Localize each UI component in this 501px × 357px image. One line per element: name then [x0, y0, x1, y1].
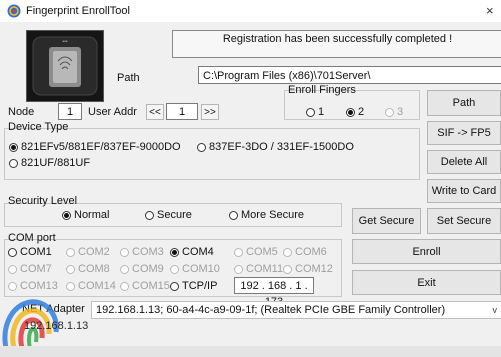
close-icon[interactable]: × [486, 1, 501, 21]
security-level-secure[interactable]: Secure [145, 209, 192, 221]
window-bottom-edge [0, 346, 501, 357]
com-port-com11[interactable]: COM11 [234, 263, 283, 275]
fingerprint-app-icon [7, 4, 21, 18]
com-port-title: COM port [8, 232, 56, 244]
radio-icon [283, 247, 292, 257]
com-port-com8[interactable]: COM8 [66, 263, 110, 275]
radio-icon [120, 264, 129, 274]
write-to-card-button[interactable]: Write to Card [427, 179, 501, 203]
device-type-option-837ef[interactable]: 837EF-3DO / 331EF-1500DO [197, 141, 354, 153]
radio-selected-icon [170, 247, 179, 257]
fingerprint-reader-icon: ••• [27, 31, 103, 101]
node-label: Node [8, 106, 35, 118]
set-secure-button[interactable]: Set Secure [427, 208, 501, 234]
enroll-fingers-title: Enroll Fingers [288, 84, 356, 96]
fingerprint-reader-image: ••• [26, 30, 104, 102]
com-port-com3[interactable]: COM3 [120, 246, 164, 258]
security-level-title: Security Level [8, 195, 78, 207]
radio-icon [8, 264, 17, 274]
radio-icon [8, 247, 17, 257]
exit-button[interactable]: Exit [352, 270, 501, 295]
sif-to-fp5-button[interactable]: SIF -> FP5 [427, 121, 501, 145]
device-type-option-821efv5[interactable]: 821EFv5/881EF/837EF-9000DO [9, 141, 181, 153]
com-port-com10[interactable]: COM10 [170, 263, 220, 275]
device-type-option-821uf[interactable]: 821UF/881UF [9, 157, 90, 169]
radio-icon [120, 281, 129, 291]
radio-icon [170, 281, 179, 291]
radio-icon [66, 247, 75, 257]
radio-icon [283, 264, 292, 274]
device-type-group [4, 128, 420, 180]
radio-icon [9, 158, 18, 168]
com-port-com14[interactable]: COM14 [66, 280, 116, 292]
com-port-com7[interactable]: COM7 [8, 263, 52, 275]
radio-icon [120, 247, 129, 257]
enroll-button[interactable]: Enroll [352, 239, 501, 264]
device-type-title: Device Type [8, 121, 69, 133]
com-port-com4[interactable]: COM4 [170, 246, 214, 258]
radio-selected-icon [62, 210, 71, 220]
user-addr-label: User Addr [88, 106, 137, 118]
radio-selected-icon [346, 107, 355, 117]
com-port-com2[interactable]: COM2 [66, 246, 110, 258]
path-label: Path [117, 72, 140, 84]
net-adapter-select[interactable]: 192.168.1.13; 60-a4-4c-a9-09-1f; (Realte… [91, 301, 501, 319]
radio-icon [66, 264, 75, 274]
radio-icon [145, 210, 154, 220]
radio-icon [229, 210, 238, 220]
com-port-com6[interactable]: COM6 [283, 246, 327, 258]
radio-icon [8, 281, 17, 291]
user-addr-prev-button[interactable]: << [146, 104, 164, 120]
com-port-com9[interactable]: COM9 [120, 263, 164, 275]
com-port-com15[interactable]: COM15 [120, 280, 170, 292]
chevron-down-icon: v [492, 305, 498, 315]
radio-icon [66, 281, 75, 291]
com-port-com1[interactable]: COM1 [8, 246, 52, 258]
enroll-fingers-option-3[interactable]: 3 [385, 106, 403, 118]
window-title: Fingerprint EnrollTool [26, 5, 130, 17]
radio-icon [306, 107, 315, 117]
com-port-com12[interactable]: COM12 [283, 263, 333, 275]
status-message: Registration has been successfully compl… [172, 30, 501, 58]
radio-icon [234, 247, 243, 257]
radio-icon [170, 264, 179, 274]
security-level-normal[interactable]: Normal [62, 209, 109, 221]
ip-address-input[interactable]: 192 . 168 . 1 . 173 [234, 277, 314, 308]
com-port-com13[interactable]: COM13 [8, 280, 58, 292]
net-adapter-ip-overlay: 192.168.1.13 [24, 320, 89, 332]
path-button[interactable]: Path [427, 90, 501, 116]
radio-icon [234, 264, 243, 274]
com-port-com5[interactable]: COM5 [234, 246, 278, 258]
user-addr-next-button[interactable]: >> [201, 104, 219, 120]
radio-icon [197, 142, 206, 152]
svg-text:•••: ••• [62, 39, 68, 45]
security-level-more-secure[interactable]: More Secure [229, 209, 304, 221]
get-secure-button[interactable]: Get Secure [352, 208, 421, 234]
com-port-tcpip[interactable]: TCP/IP [170, 280, 217, 292]
user-addr-input[interactable]: 1 [166, 103, 198, 120]
radio-icon [385, 107, 394, 117]
enroll-fingers-option-1[interactable]: 1 [306, 106, 324, 118]
radio-selected-icon [9, 142, 18, 152]
node-input[interactable]: 1 [58, 103, 82, 120]
delete-all-button[interactable]: Delete All [427, 150, 501, 174]
path-field[interactable]: C:\Program Files (x86)\701Server\ [198, 66, 501, 84]
enroll-fingers-option-2[interactable]: 2 [346, 106, 364, 118]
